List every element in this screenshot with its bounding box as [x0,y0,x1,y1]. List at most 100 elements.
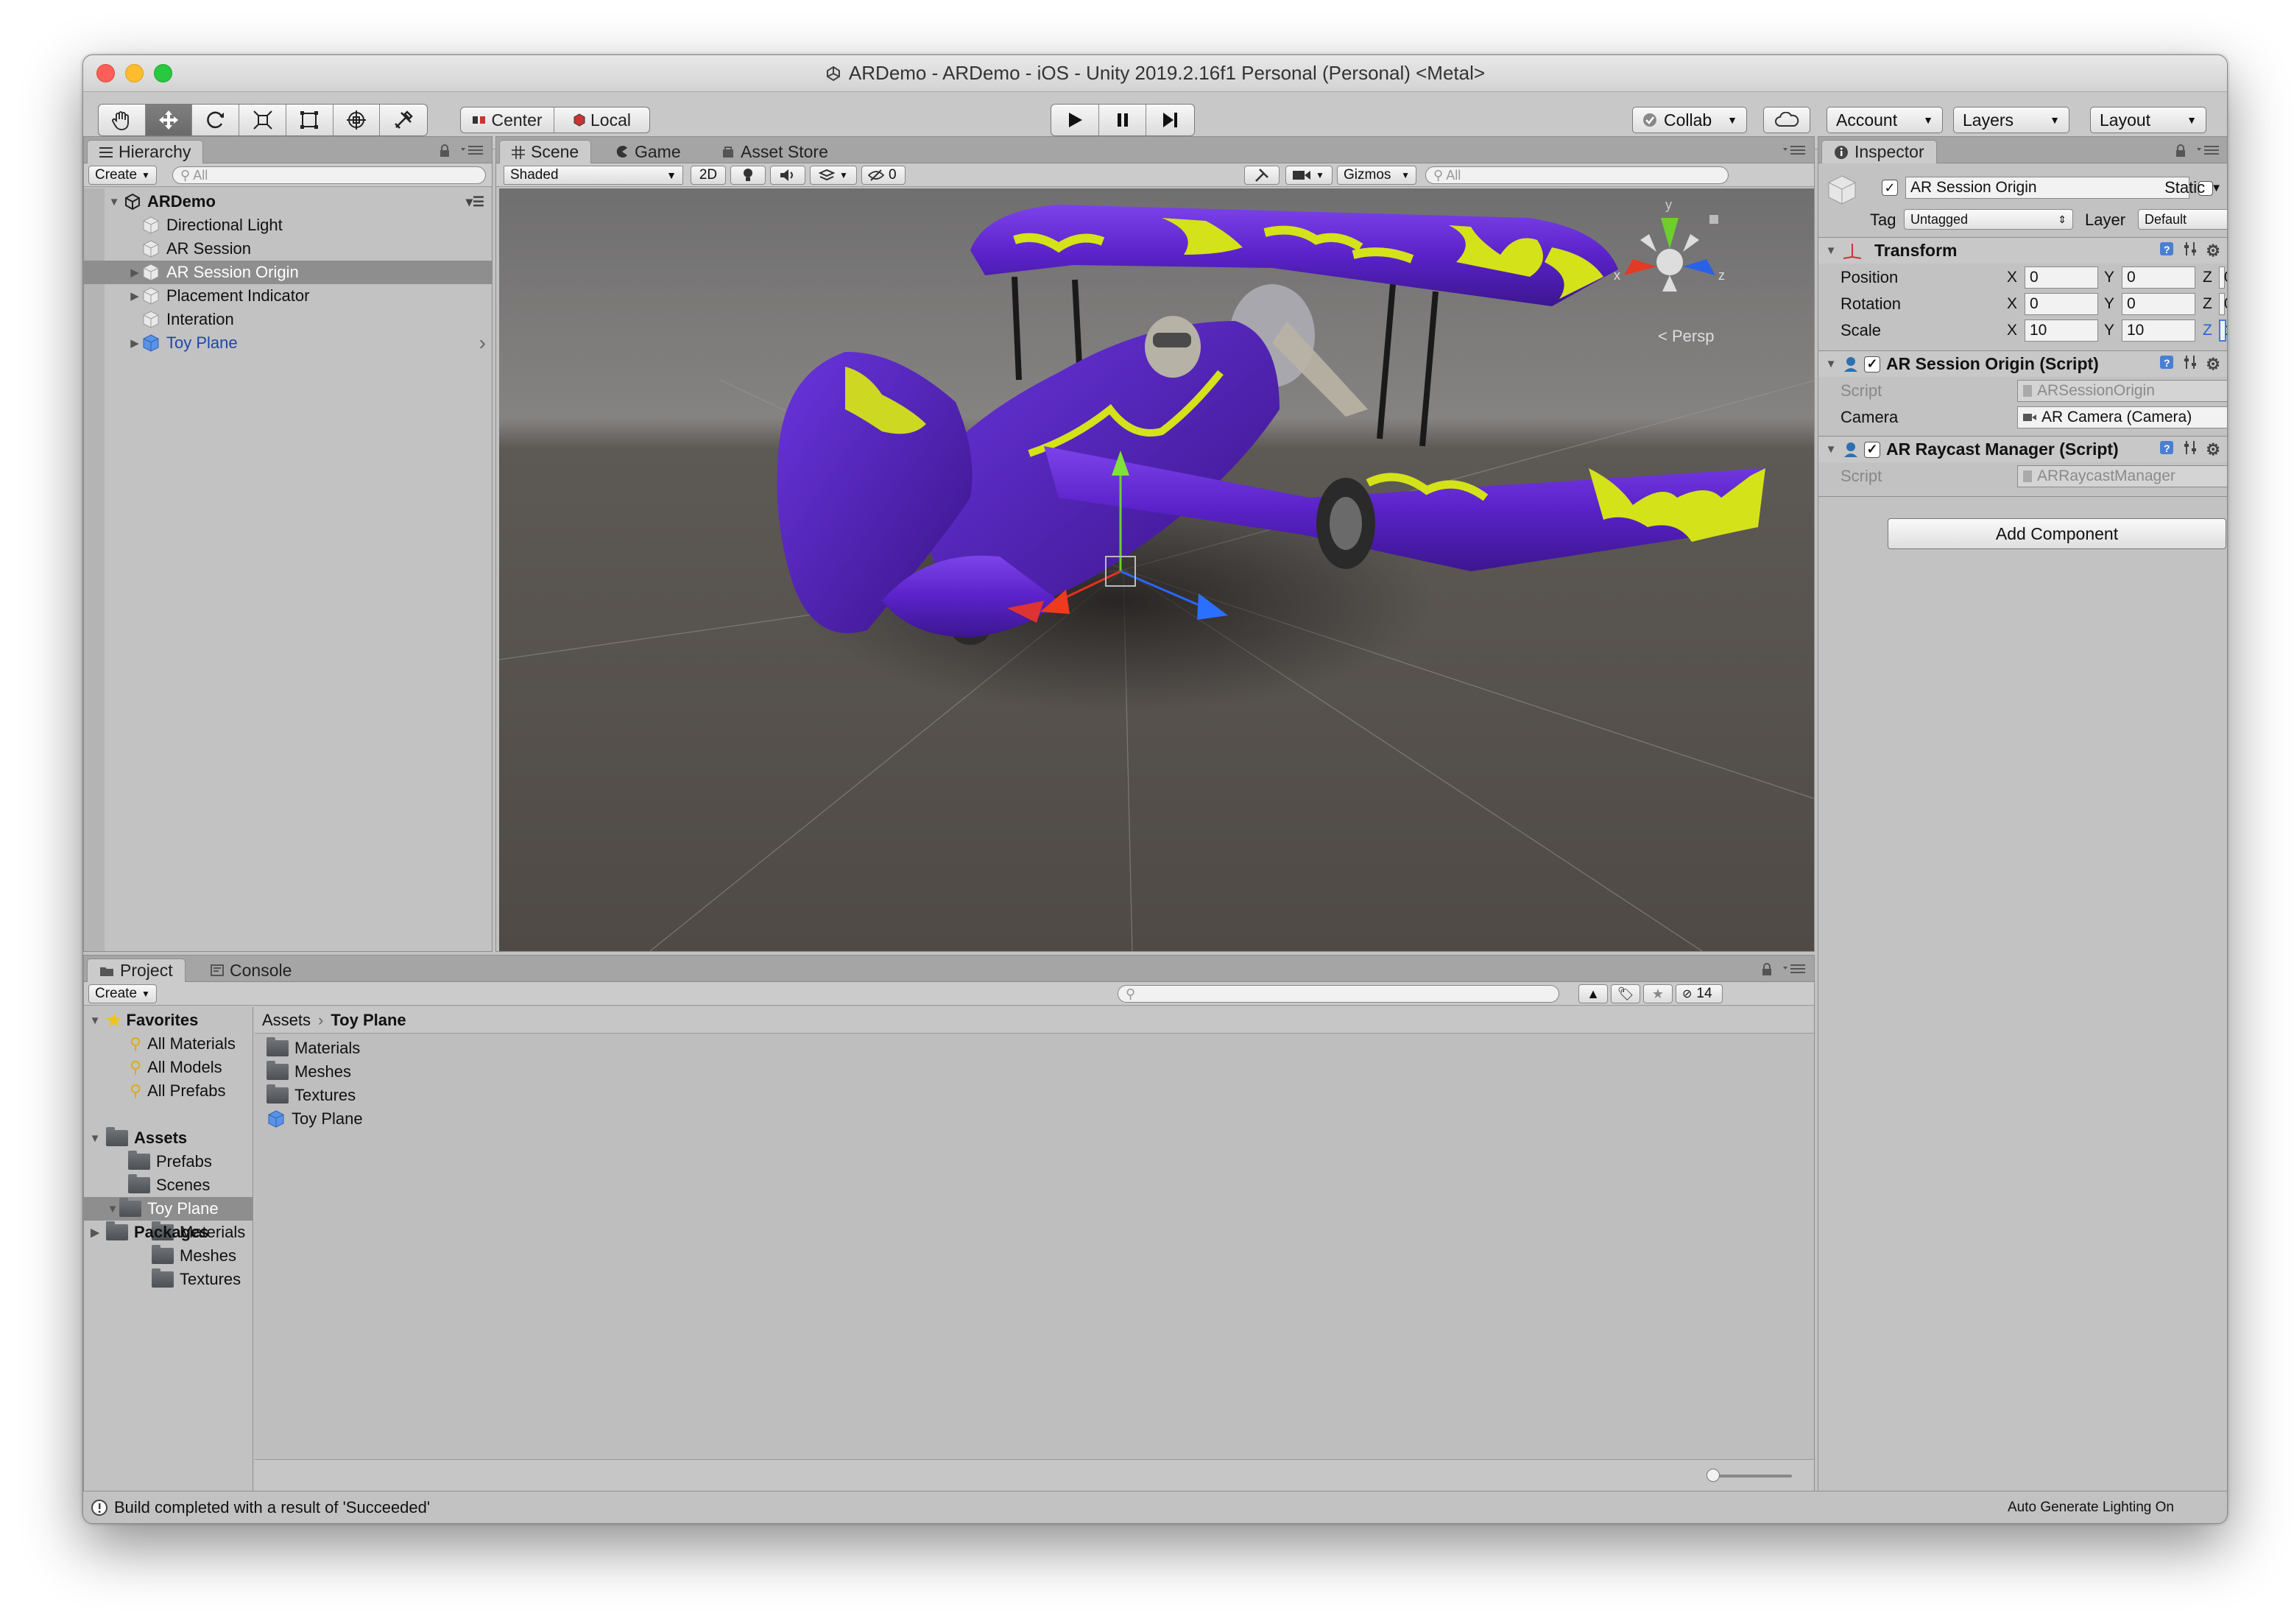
position-x-field[interactable]: 0 [2025,266,2098,289]
active-checkbox[interactable]: ✓ [1882,180,1898,196]
icon-size-slider[interactable] [1711,1475,1792,1478]
favorites-row[interactable]: ▼ ★ Favorites [84,1009,253,1032]
help-book-icon[interactable]: ? [2159,439,2175,460]
ar-session-origin-header[interactable]: ▼ ✓ AR Session Origin (Script) ? ⚙ [1818,350,2227,377]
hierarchy-item[interactable]: Directional Light [84,213,492,237]
content-item[interactable]: Textures [255,1084,1814,1107]
favorite-item[interactable]: ⚲ All Materials [84,1032,253,1056]
panel-menu-icon[interactable] [1783,144,1805,156]
cloud-button[interactable] [1763,107,1810,133]
position-y-field[interactable]: 0 [2122,266,2195,289]
scale-z-field[interactable]: 10 [2219,319,2227,342]
breadcrumb-assets[interactable]: Assets [262,1011,311,1030]
hierarchy-create-button[interactable]: Create ▼ [88,166,157,185]
custom-tool-button[interactable] [380,105,427,135]
lock-icon[interactable] [439,144,451,158]
panel-menu-icon[interactable] [461,144,483,156]
object-name-input[interactable]: AR Session Origin [1905,177,2189,199]
toggle-2d-button[interactable]: 2D [691,166,726,185]
lock-icon[interactable] [1761,963,1773,976]
effects-dropdown[interactable]: ▼ [810,166,857,185]
tab-game[interactable]: Game [604,140,693,163]
gizmo-lock-icon[interactable] [1709,215,1718,224]
hierarchy-item[interactable]: Interation [84,308,492,331]
position-z-field[interactable]: 0 [2219,266,2227,289]
content-item[interactable]: Materials [255,1037,1814,1060]
tab-project[interactable]: Project [87,958,186,982]
rect-tool-button[interactable] [286,105,333,135]
hierarchy-search-input[interactable]: ⚲ All [172,166,486,184]
help-book-icon[interactable]: ? [2159,241,2175,261]
preset-sliders-icon[interactable] [2182,354,2198,375]
hand-tool-button[interactable] [99,105,146,135]
filter-by-label-button[interactable]: 🏷︎ [1611,984,1640,1003]
content-item[interactable]: Meshes [255,1060,1814,1084]
hierarchy-item[interactable]: ▶ Toy Plane › [84,331,492,355]
gear-icon[interactable]: ⚙ [2206,440,2220,459]
ar-raycast-manager-header[interactable]: ▼ ✓ AR Raycast Manager (Script) ? ⚙ [1818,436,2227,462]
component-enabled-checkbox[interactable]: ✓ [1864,356,1880,373]
scene-tools-button[interactable] [1244,166,1280,185]
expand-triangle-icon[interactable]: ▼ [1824,443,1838,456]
expand-triangle-icon[interactable]: ▶ [128,266,141,279]
preset-sliders-icon[interactable] [2182,241,2198,261]
favorite-item[interactable]: ⚲ All Prefabs [84,1079,253,1103]
scale-tool-button[interactable] [239,105,286,135]
expand-triangle-icon[interactable]: ▼ [106,1203,119,1215]
camera-reference-field[interactable]: AR Camera (Camera) [2017,406,2227,428]
expand-triangle-icon[interactable]: ▼ [1824,244,1838,257]
shading-mode-dropdown[interactable]: Shaded ▼ [504,166,683,185]
gear-icon[interactable]: ⚙ [2206,241,2220,261]
rotation-y-field[interactable]: 0 [2122,293,2195,315]
scene-root-row[interactable]: ▼ ARDemo ▾☰ [84,190,492,213]
icon-size-slider-thumb[interactable] [1707,1469,1720,1482]
hierarchy-item[interactable]: AR Session [84,237,492,261]
scale-y-field[interactable]: 10 [2122,319,2195,342]
gear-icon[interactable]: ⚙ [2206,355,2220,374]
breadcrumb-toy-plane[interactable]: Toy Plane [331,1011,406,1030]
persp-label[interactable]: < Persp [1658,327,1714,345]
scene-menu-icon[interactable]: ▾☰ [466,194,484,210]
rotate-tool-button[interactable] [192,105,240,135]
project-create-button[interactable]: Create ▼ [88,984,157,1003]
expand-triangle-icon[interactable]: ▶ [128,289,141,303]
expand-triangle-icon[interactable]: ▼ [1824,358,1838,370]
add-component-button[interactable]: Add Component [1888,518,2226,549]
play-button[interactable] [1051,105,1100,135]
component-enabled-checkbox[interactable]: ✓ [1864,441,1880,458]
pause-button[interactable] [1099,105,1146,135]
help-book-icon[interactable]: ? [2159,354,2175,375]
packages-row[interactable]: ▶ Packages [84,1221,253,1244]
step-button[interactable] [1146,105,1194,135]
transform-header[interactable]: ▼ Transform ? ⚙ [1818,237,2227,264]
asset-subfolder-item[interactable]: Meshes [84,1244,253,1268]
pivot-local-button[interactable]: Local [554,107,649,133]
close-window-button[interactable] [96,64,115,82]
project-search-input[interactable]: ⚲ [1118,985,1559,1003]
scale-x-field[interactable]: 10 [2025,319,2098,342]
audio-toggle[interactable] [770,166,805,185]
collab-dropdown[interactable]: Collab ▼ [1632,107,1747,133]
tab-console[interactable]: Console [199,958,303,982]
expand-triangle-icon[interactable]: ▶ [88,1226,102,1239]
assets-root-row[interactable]: ▼ Assets [84,1126,253,1150]
pivot-center-button[interactable]: Center [461,107,555,133]
hidden-objects-toggle[interactable]: 0 [861,166,906,185]
expand-triangle-icon[interactable]: ▼ [88,1014,102,1027]
lock-icon[interactable] [2175,144,2187,158]
asset-folder-item[interactable]: Scenes [84,1173,253,1197]
asset-subfolder-item[interactable]: Textures [84,1268,253,1291]
layers-dropdown[interactable]: Layers ▼ [1953,107,2069,133]
tab-hierarchy[interactable]: Hierarchy [87,140,204,163]
panel-menu-icon[interactable] [1783,963,1805,975]
favorites-button[interactable]: ★ [1643,984,1673,1003]
expand-triangle-icon[interactable]: ▼ [107,196,121,208]
rotation-z-field[interactable]: 0 [2219,293,2227,315]
asset-folder-item[interactable]: Prefabs [84,1150,253,1173]
move-tool-button[interactable] [145,105,193,135]
panel-menu-icon[interactable] [2197,144,2219,156]
tab-scene[interactable]: Scene [499,140,592,163]
tab-asset-store[interactable]: Asset Store [710,140,840,163]
scene-search-input[interactable]: ⚲ All [1425,166,1729,184]
open-prefab-chevron-icon[interactable]: › [479,331,486,355]
